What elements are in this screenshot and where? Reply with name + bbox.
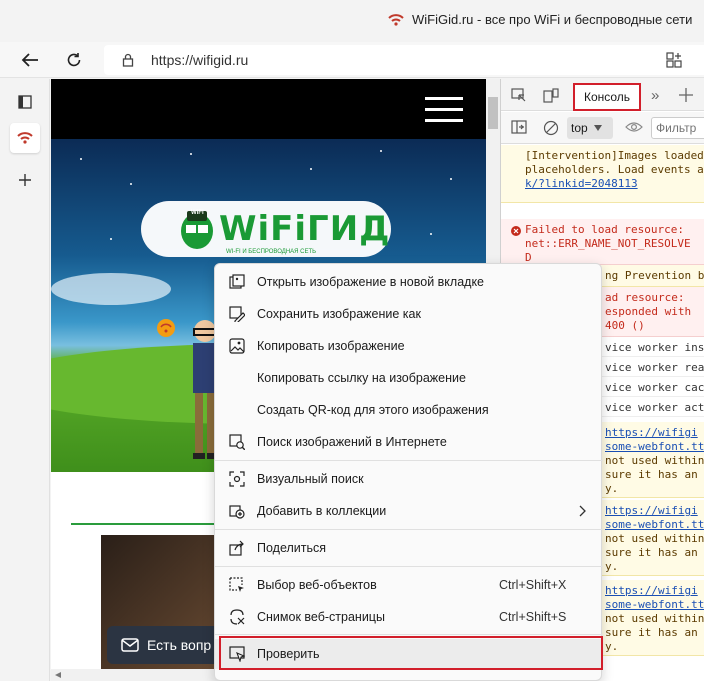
copy-image-item[interactable]: Копировать изображение [215,331,603,361]
collections-icon [229,505,245,519]
tab-console[interactable]: Консоль [573,83,641,111]
open-new-tab-icon [229,274,245,289]
menu-item-label: Копировать изображение [257,339,405,353]
refresh-icon [67,53,81,67]
browser-window: WiFiGid.ru - все про WiFi и беспроводные… [0,0,704,681]
search-image-web-item[interactable]: Поиск изображений в Интернете [215,427,603,457]
sidebar-toggle-icon[interactable] [511,120,527,134]
open-image-new-tab-item[interactable]: Открыть изображение в новой вкладке [215,267,603,297]
plus-icon[interactable] [679,88,693,102]
arrow-left-icon [21,53,38,67]
wifi-badge-icon [157,319,175,337]
menu-item-label: Поделиться [257,541,327,555]
window-title: WiFiGid.ru - все про WiFi и беспроводные… [412,12,693,27]
wifi-favicon-icon [388,13,404,26]
sidebar-tab-wifigid[interactable] [10,123,40,153]
image-context-menu: Открыть изображение в новой вкладке Сохра… [214,263,603,681]
menu-item-label: Визуальный поиск [257,472,364,486]
console-message-line: [Intervention]Images loaded [525,149,704,162]
eye-icon[interactable] [625,121,643,133]
console-message-line: net::ERR_NAME_NOT_RESOLVE [525,237,691,250]
save-image-as-item[interactable]: Сохранить изображение как [215,299,603,329]
chevron-down-icon [593,125,602,131]
lock-icon [122,53,134,67]
web-capture-icon [230,609,245,625]
menu-item-label: Открыть изображение в новой вкладке [257,275,485,289]
menu-item-label: Копировать ссылку на изображение [257,371,466,385]
save-image-icon [229,306,245,322]
logo-badge-text: WiFi [191,210,204,216]
scrollbar-thumb[interactable] [488,97,498,129]
menu-separator [215,566,603,567]
web-capture-item[interactable]: Снимок веб-страницы Ctrl+Shift+S [215,602,603,632]
vertical-tabs-sidebar [0,79,50,681]
browser-toolbar: https://wifigid.ru [0,42,704,78]
scroll-left-icon[interactable] [55,672,61,678]
site-header [51,79,486,139]
context-select-value: top [571,121,588,135]
console-message-warn[interactable]: [Intervention]Images loaded placeholders.… [501,145,704,203]
image-search-icon [229,434,245,450]
menu-item-label: Выбор веб-объектов [257,578,377,592]
back-button[interactable] [16,46,44,74]
share-item[interactable]: Поделиться [215,533,603,563]
address-bar[interactable]: https://wifigid.ru [104,45,704,75]
inspect-highlight-frame [219,636,603,670]
menu-item-label: Добавить в коллекции [257,504,387,518]
console-filter-input[interactable] [651,117,704,139]
site-logo-subtitle: WI-FI И БЕСПРОВОДНАЯ СЕТЬ [226,249,317,255]
ask-question-button[interactable]: Есть вопр [107,626,227,664]
hamburger-menu-icon[interactable] [425,97,463,130]
menu-item-label: Сохранить изображение как [257,307,421,321]
menu-item-label: Создать QR-код для этого изображения [257,403,489,417]
add-app-icon[interactable] [666,52,682,68]
menu-item-shortcut: Ctrl+Shift+S [499,610,567,624]
console-message-line: Failed to load resource: [525,223,684,236]
tab-title[interactable]: WiFiGid.ru - все про WiFi и беспроводные… [388,12,692,27]
mascot-character [193,320,215,459]
visual-search-icon [229,471,245,487]
plus-icon [19,174,31,186]
copy-image-icon [229,338,245,354]
share-icon [229,540,244,556]
error-circle-icon [511,226,521,236]
url-text: https://wifigid.ru [151,52,249,68]
menu-item-label: Поиск изображений в Интернете [257,435,447,449]
wifi-favicon-icon [17,132,33,144]
chat-icon [121,638,139,652]
console-message-line: placeholders. Load events a [525,163,704,176]
title-bar: WiFiGid.ru - все про WiFi и беспроводные… [0,0,704,42]
device-emulation-icon[interactable] [543,88,559,104]
chevron-right-icon [579,505,586,517]
menu-separator [215,460,603,461]
devtools-tab-bar: Консоль » [501,79,704,111]
menu-item-label: Снимок веб-страницы [257,610,385,624]
console-message-line: k/?linkid=2048113 [525,177,638,190]
more-tabs-icon[interactable]: » [651,87,659,104]
console-message-err[interactable]: Failed to load resource: net::ERR_NAME_NO… [501,219,704,265]
new-tab-button[interactable] [10,165,40,195]
web-select-item[interactable]: Выбор веб-объектов Ctrl+Shift+X [215,570,603,600]
add-to-collections-item[interactable]: Добавить в коллекции [215,496,603,526]
visual-search-item[interactable]: Визуальный поиск [215,464,603,494]
menu-separator [215,529,603,530]
console-toolbar: top [501,112,704,144]
refresh-button[interactable] [60,46,88,74]
copy-image-link-item[interactable]: Копировать ссылку на изображение [215,363,603,393]
tab-actions-button[interactable] [10,87,40,117]
tab-console-label: Консоль [583,90,631,104]
inspect-element-icon[interactable] [511,88,527,104]
menu-item-shortcut: Ctrl+Shift+X [499,578,567,592]
ask-question-label: Есть вопр [147,637,212,653]
clear-console-icon[interactable] [543,120,559,136]
menu-separator [215,634,603,635]
context-select[interactable]: top [567,117,613,139]
site-logo-text: WiFiГИД [219,209,391,249]
web-select-icon [229,577,244,592]
tabs-panel-icon [18,95,32,109]
create-qr-code-item[interactable]: Создать QR-код для этого изображения [215,395,603,425]
